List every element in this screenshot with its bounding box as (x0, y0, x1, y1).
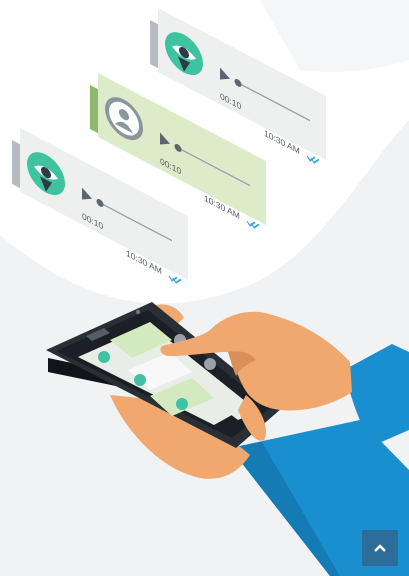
background-wave-top (260, 0, 409, 72)
chevron-up-icon (373, 541, 387, 556)
scroll-to-top-button[interactable] (362, 530, 398, 566)
whatsapp-voice-illustration: 00:10 10:30 AM 00:10 10:30 AM 00:10 10:3… (0, 0, 409, 576)
